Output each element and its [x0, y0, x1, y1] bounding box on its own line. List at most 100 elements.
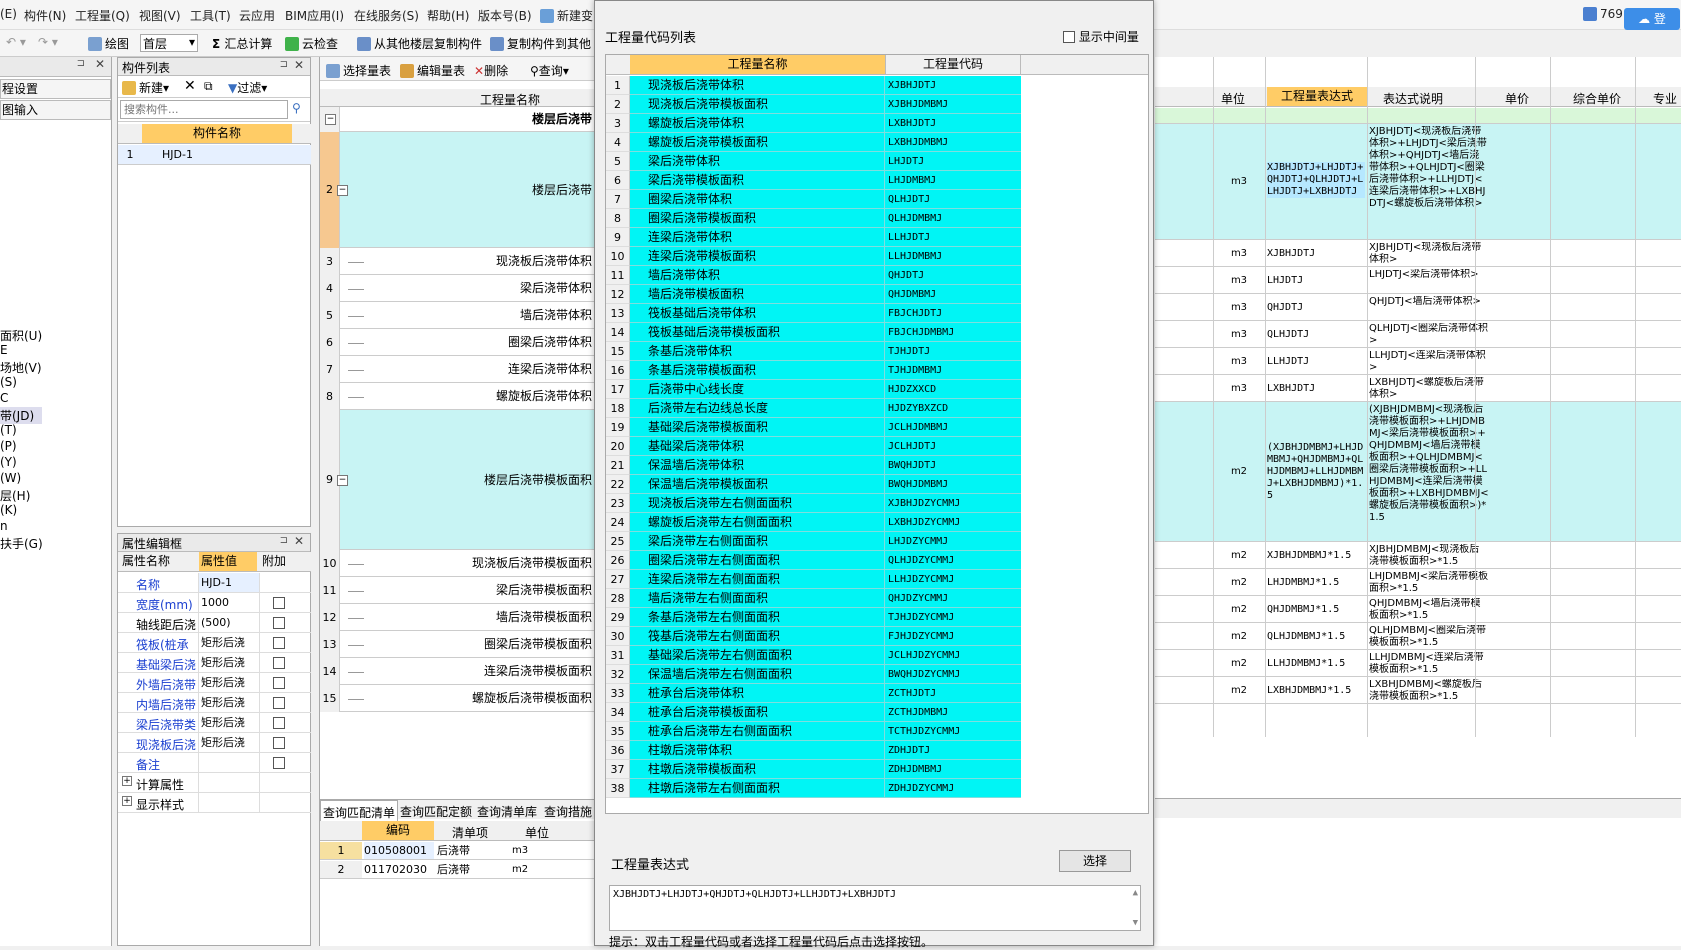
- menu-bim[interactable]: BIM应用(I): [285, 7, 344, 24]
- code-row[interactable]: 1 现浇板后浇带体积 XJBHJDTJ: [606, 76, 1021, 95]
- copy-from-floor-button[interactable]: 从其他楼层复制构件: [357, 35, 482, 52]
- expression-cell[interactable]: QLHJDMBMJ*1.5: [1267, 631, 1365, 643]
- code-row[interactable]: 33 桩承台后浇带体积 ZCTHJDTJ: [606, 684, 1021, 703]
- expand-icon[interactable]: +: [122, 776, 132, 786]
- nav-item-post-pour-strip[interactable]: 带(JD): [0, 407, 42, 424]
- property-row[interactable]: 名称 HJD-1: [118, 573, 311, 593]
- table-row[interactable]: 4 梁后浇带体积: [320, 275, 600, 302]
- column-header-item[interactable]: 清单项: [452, 824, 488, 841]
- property-extra-checkbox[interactable]: [273, 757, 285, 769]
- table-row[interactable]: 7 连梁后浇带体积: [320, 356, 600, 383]
- table-row[interactable]: m2 QLHJDMBMJ*1.5 QLHJDMBMJ<圈梁后浇带模板面积>*1.5: [1155, 623, 1681, 650]
- undo-icon[interactable]: ↶ ▾: [6, 35, 26, 49]
- column-header-quantity-code[interactable]: 工程量代码: [885, 55, 1021, 74]
- property-value[interactable]: 矩形后浇: [199, 633, 259, 652]
- code-row[interactable]: 36 柱墩后浇带体积 ZDHJDTJ: [606, 741, 1021, 760]
- menu-tools[interactable]: 工具(T): [190, 7, 231, 24]
- property-value[interactable]: 1000: [199, 593, 259, 612]
- property-extra-checkbox[interactable]: [273, 737, 285, 749]
- pin-icon[interactable]: ⊐: [280, 535, 288, 546]
- column-header-code[interactable]: 编码: [362, 821, 434, 840]
- property-row[interactable]: 梁后浇带类 矩形后浇: [118, 713, 311, 733]
- table-row[interactable]: m3 XJBHJDTJ+LHJDTJ+QHJDTJ+QLHJDTJ+LLHJDTJ…: [1155, 124, 1681, 240]
- code-row[interactable]: 37 柱墩后浇带模板面积 ZDHJDMBMJ: [606, 760, 1021, 779]
- select-button[interactable]: 选择: [1059, 850, 1131, 872]
- code-row[interactable]: 4 螺旋板后浇带模板面积 LXBHJDMBMJ: [606, 133, 1021, 152]
- property-row[interactable]: 外墙后浇带 矩形后浇: [118, 673, 311, 693]
- table-row[interactable]: 14 连梁后浇带模板面积: [320, 658, 600, 685]
- menu-quantity[interactable]: 工程量(Q): [75, 7, 130, 24]
- table-row[interactable]: 8 螺旋板后浇带体积: [320, 383, 600, 410]
- select-table-button[interactable]: 选择量表: [326, 62, 391, 79]
- table-row[interactable]: 2− 楼层后浇带: [320, 132, 600, 248]
- property-value[interactable]: [199, 753, 259, 772]
- property-row[interactable]: + 显示样式: [118, 793, 311, 813]
- code-row[interactable]: 2 现浇板后浇带模板面积 XJBHJDMBMJ: [606, 95, 1021, 114]
- expression-cell[interactable]: QLHJDTJ: [1267, 329, 1365, 341]
- nav-item[interactable]: E: [0, 343, 8, 357]
- code-row[interactable]: 27 连梁后浇带左右侧面面积 LLHJDZYCMMJ: [606, 570, 1021, 589]
- close-icon[interactable]: ✕: [294, 534, 304, 548]
- filter-button[interactable]: ▼过滤▾: [228, 79, 267, 96]
- nav-item[interactable]: (W): [0, 471, 21, 485]
- expression-cell[interactable]: QHJDMBMJ*1.5: [1267, 604, 1365, 616]
- property-value[interactable]: 矩形后浇: [199, 713, 259, 732]
- nav-item[interactable]: 面积(U): [0, 327, 42, 344]
- property-value[interactable]: 矩形后浇: [199, 653, 259, 672]
- table-row[interactable]: m2 LXBHJDMBMJ*1.5 LXBHJDMBMJ<螺旋板后浇带模板面积>*1…: [1155, 677, 1681, 704]
- property-row[interactable]: 基础梁后浇 矩形后浇: [118, 653, 311, 673]
- collapse-icon[interactable]: −: [325, 114, 336, 125]
- table-row[interactable]: 9− 楼层后浇带模板面积: [320, 410, 600, 550]
- code-row[interactable]: 9 连梁后浇带体积 LLHJDTJ: [606, 228, 1021, 247]
- column-header-component-name[interactable]: 构件名称: [142, 124, 292, 143]
- code-row[interactable]: 25 梁后浇带左右侧面面积 LHJDZYCMMJ: [606, 532, 1021, 551]
- floor-select[interactable]: 首层 ▾: [140, 34, 198, 52]
- login-button[interactable]: ☁ 登: [1624, 8, 1680, 30]
- table-row[interactable]: 5 墙后浇带体积: [320, 302, 600, 329]
- query-button[interactable]: ⚲查询▾: [530, 62, 569, 79]
- property-value[interactable]: 矩形后浇: [199, 673, 259, 692]
- menu-component[interactable]: 构件(N): [24, 7, 66, 24]
- property-value[interactable]: (500): [199, 613, 259, 632]
- code-row[interactable]: 13 筏板基础后浇带体积 FBJCHJDTJ: [606, 304, 1021, 323]
- column-header-quantity-name[interactable]: 工程量名称: [480, 91, 540, 108]
- sum-calc-button[interactable]: Σ 汇总计算: [212, 35, 272, 52]
- property-extra-checkbox[interactable]: [273, 657, 285, 669]
- nav-item[interactable]: (S): [0, 375, 17, 389]
- nav-item[interactable]: 扶手(G): [0, 535, 43, 552]
- table-row[interactable]: m3 QLHJDTJ QLHJDTJ<圈梁后浇带体积>: [1155, 321, 1681, 348]
- table-row[interactable]: 2 011702030 后浇带 m2: [320, 861, 600, 879]
- property-value[interactable]: 矩形后浇: [199, 733, 259, 752]
- scroll-up-icon[interactable]: ▲: [1133, 888, 1138, 898]
- expression-cell[interactable]: LXBHJDTJ: [1267, 383, 1365, 395]
- nav-item[interactable]: (K): [0, 503, 17, 517]
- expression-cell[interactable]: QHJDTJ: [1267, 302, 1365, 314]
- close-icon[interactable]: ✕: [294, 58, 304, 72]
- column-header-price[interactable]: 单价: [1505, 90, 1529, 107]
- property-extra-checkbox[interactable]: [273, 637, 285, 649]
- menu-view[interactable]: 视图(V): [139, 7, 181, 24]
- property-row[interactable]: 备注: [118, 753, 311, 773]
- cloud-check-button[interactable]: 云检查: [285, 35, 338, 52]
- column-header-quantity-name[interactable]: 工程量名称: [630, 55, 885, 74]
- nav-item[interactable]: (Y): [0, 455, 17, 469]
- tab-match-quota[interactable]: 查询匹配定额: [400, 803, 472, 820]
- table-row[interactable]: 15 螺旋板后浇带模板面积: [320, 685, 600, 712]
- edit-table-button[interactable]: 编辑量表: [400, 62, 465, 79]
- code-row[interactable]: 14 筏板基础后浇带模板面积 FBJCHJDMBMJ: [606, 323, 1021, 342]
- code-row[interactable]: 21 保温墙后浇带体积 BWQHJDTJ: [606, 456, 1021, 475]
- close-icon[interactable]: ✕: [95, 57, 105, 71]
- table-row[interactable]: 3 现浇板后浇带体积: [320, 248, 600, 275]
- draw-button[interactable]: 绘图: [88, 35, 129, 52]
- property-row[interactable]: 内墙后浇带 矩形后浇: [118, 693, 311, 713]
- code-row[interactable]: 20 基础梁后浇带体积 JCLHJDTJ: [606, 437, 1021, 456]
- expression-cell[interactable]: LLHJDMBMJ*1.5: [1267, 658, 1365, 670]
- code-row[interactable]: 31 基础梁后浇带左右侧面面积 JCLHJDZYCMMJ: [606, 646, 1021, 665]
- user-badge[interactable]: 769: [1583, 7, 1623, 21]
- column-header-unit[interactable]: 单位: [1221, 90, 1245, 107]
- table-row[interactable]: 10 现浇板后浇带模板面积: [320, 550, 600, 577]
- scroll-down-icon[interactable]: ▼: [1133, 918, 1138, 928]
- show-middle-checkbox[interactable]: 显示中间量: [1063, 28, 1139, 45]
- nav-item[interactable]: 层(H): [0, 487, 30, 504]
- expression-cell[interactable]: XJBHJDTJ+LHJDTJ+QHJDTJ+QLHJDTJ+LLHJDTJ+L…: [1267, 162, 1365, 198]
